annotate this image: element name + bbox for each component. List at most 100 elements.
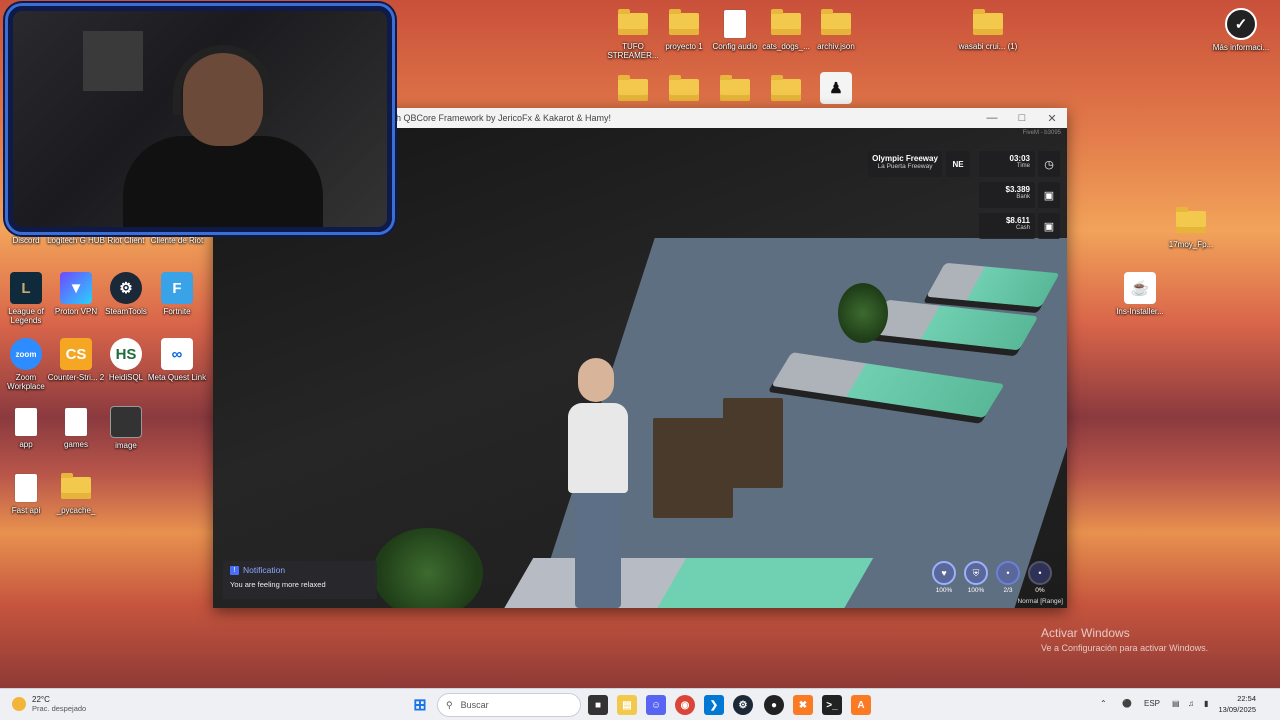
clock-icon: ◷ xyxy=(1038,151,1060,177)
folder-icon xyxy=(669,75,699,101)
stress-icon: • xyxy=(1028,561,1052,585)
nightstand xyxy=(723,398,783,488)
hud-stress-value: 0% xyxy=(1035,587,1045,594)
league-icon: L xyxy=(10,272,42,304)
fortnite-icon: F xyxy=(161,272,193,304)
notification-message: You are feeling more relaxed xyxy=(230,580,326,589)
hud-health: ♥ 100% xyxy=(931,561,957,594)
hud-street-name: Olympic Freeway xyxy=(872,154,938,163)
network-icon[interactable]: ▤ xyxy=(1172,699,1180,708)
steam-icon[interactable]: ⚙ xyxy=(733,695,753,715)
hud-bank-value: $3.389 xyxy=(1005,185,1030,194)
counter-strike-icon: CS xyxy=(60,338,92,370)
folder-icon xyxy=(720,75,750,101)
desktop-icon-label: Cliente de Riot xyxy=(150,236,204,245)
java-icon: ☕ xyxy=(1124,272,1156,304)
desktop-icon-label: wasabi crui... (1) xyxy=(958,42,1018,51)
steam-icon: ⚙ xyxy=(110,272,142,304)
hud-stress: • 0% xyxy=(1027,561,1053,594)
bank-icon: ▣ xyxy=(1038,182,1060,208)
desktop-icon-mas-informacion[interactable]: ✓ Más informaci... xyxy=(1211,8,1271,52)
search-icon: ⚲ xyxy=(446,699,453,710)
desktop-icon-pycache[interactable]: _pycache_ xyxy=(46,472,106,515)
desktop-icon-meta-quest[interactable]: ∞ Meta Quest Link xyxy=(147,338,207,382)
discord-icon[interactable]: ☺ xyxy=(646,695,666,715)
language-indicator[interactable]: ESP xyxy=(1144,699,1160,708)
file-explorer-icon[interactable]: ▤ xyxy=(617,695,637,715)
task-view-icon[interactable]: ■ xyxy=(588,695,608,715)
health-icon: ♥ xyxy=(932,561,956,585)
folder-icon xyxy=(618,75,648,101)
player-character-head xyxy=(578,358,614,402)
heidisql-icon: HS xyxy=(110,338,142,370)
hud-area-name: La Puerta Freeway xyxy=(877,163,933,170)
player-character-legs xyxy=(575,490,621,608)
hud-cash: $8.611 Cash xyxy=(979,213,1035,239)
notification-toast: ! Notification You are feeling more rela… xyxy=(223,561,377,599)
chrome-icon[interactable]: ◉ xyxy=(675,695,695,715)
hud-status-circles: ♥ 100% ⛨ 100% • 2/3 • 0% xyxy=(931,561,1053,594)
desktop-icon-image[interactable]: image xyxy=(96,406,156,450)
info-icon: ! xyxy=(230,565,239,575)
clock-time: 22:54 xyxy=(1237,694,1256,703)
terminal-icon[interactable]: >_ xyxy=(822,695,842,715)
desktop-icon-cliente-riot[interactable]: Cliente de Riot xyxy=(147,236,207,245)
desktop-icon-wasabi[interactable]: wasabi crui... (1) xyxy=(958,8,1018,51)
taskbar-clock[interactable]: 22:54 13/09/2025 xyxy=(1218,694,1256,715)
desktop-icon-fortnite[interactable]: F Fortnite xyxy=(147,272,207,316)
close-icon[interactable]: ✕ xyxy=(1037,108,1067,128)
proton-vpn-icon: ▼ xyxy=(60,272,92,304)
minimize-icon[interactable]: — xyxy=(977,108,1007,128)
battery-icon[interactable]: ▮ xyxy=(1204,699,1208,708)
app-shortcut-icon[interactable]: A xyxy=(851,695,871,715)
weather-widget[interactable]: 22°C Prac. despejado xyxy=(12,695,86,713)
folder-icon xyxy=(771,9,801,35)
hud-cash-value: $8.611 xyxy=(1005,216,1030,225)
desktop-icon-label: image xyxy=(115,441,137,450)
webcam-overlay xyxy=(8,6,392,232)
folder-icon xyxy=(973,9,1003,35)
hud-time-value: 03:03 xyxy=(1009,154,1030,163)
maximize-icon[interactable]: □ xyxy=(1007,108,1037,128)
hud-health-value: 100% xyxy=(935,587,953,594)
desktop-icon-label: Meta Quest Link xyxy=(147,373,207,382)
desktop-icon-ins-installer[interactable]: ☕ Ins-Installer... xyxy=(1110,272,1170,316)
potted-plant xyxy=(373,528,483,608)
weather-sun-icon xyxy=(12,697,26,711)
hud-bank: $3.389 Bank xyxy=(979,182,1035,208)
obs-icon[interactable]: ● xyxy=(764,695,784,715)
streamer-body xyxy=(123,136,323,227)
vscode-icon[interactable]: ❯ xyxy=(704,695,724,715)
meta-icon: ∞ xyxy=(161,338,193,370)
microphone-icon[interactable]: ⚫ xyxy=(1122,699,1132,708)
search-placeholder: Buscar xyxy=(460,700,489,710)
hud-armor: ⛨ 100% xyxy=(963,561,989,594)
desktop-icon-label: Ins-Installer... xyxy=(1116,307,1164,316)
python-file-icon xyxy=(15,408,37,436)
desktop-icon-archiv-json[interactable]: archiv.json xyxy=(806,8,866,51)
volume-icon[interactable]: ♫ xyxy=(1188,699,1194,708)
show-hidden-icons[interactable]: ⌃ xyxy=(1100,699,1107,708)
desktop-icon-shortcut-row2[interactable]: ♟ xyxy=(806,72,866,107)
hud-street: Olympic Freeway La Puerta Freeway xyxy=(868,151,942,177)
armor-icon: ⛨ xyxy=(964,561,988,585)
folder-icon xyxy=(618,9,648,35)
desktop-icon-17moy[interactable]: 17moy_Fp... xyxy=(1161,206,1221,249)
folder-icon xyxy=(61,473,91,499)
weather-temp: 22°C xyxy=(32,695,50,704)
activate-windows-watermark: Activar Windows Ve a Configuración para … xyxy=(1041,626,1208,653)
folder-icon xyxy=(821,9,851,35)
taskbar-search[interactable]: ⚲ Buscar xyxy=(437,693,581,717)
taskbar: 22°C Prac. despejado ⊞ ⚲ Buscar ■ ▤ ☺ ◉ … xyxy=(0,688,1280,720)
weather-desc: Prac. despejado xyxy=(32,704,87,713)
cash-icon: ▣ xyxy=(1038,213,1060,239)
start-windows-icon[interactable]: ⊞ xyxy=(410,695,430,715)
notification-title: Notification xyxy=(243,565,286,575)
fivem-watermark: FiveM - b3095 xyxy=(1022,130,1061,136)
potted-plant xyxy=(838,283,888,343)
help-icon: ✓ xyxy=(1225,8,1257,40)
person-shortcut-icon: ♟ xyxy=(820,72,852,104)
xampp-icon[interactable]: ✖ xyxy=(793,695,813,715)
background-shelf xyxy=(83,31,143,91)
headset xyxy=(173,45,273,115)
